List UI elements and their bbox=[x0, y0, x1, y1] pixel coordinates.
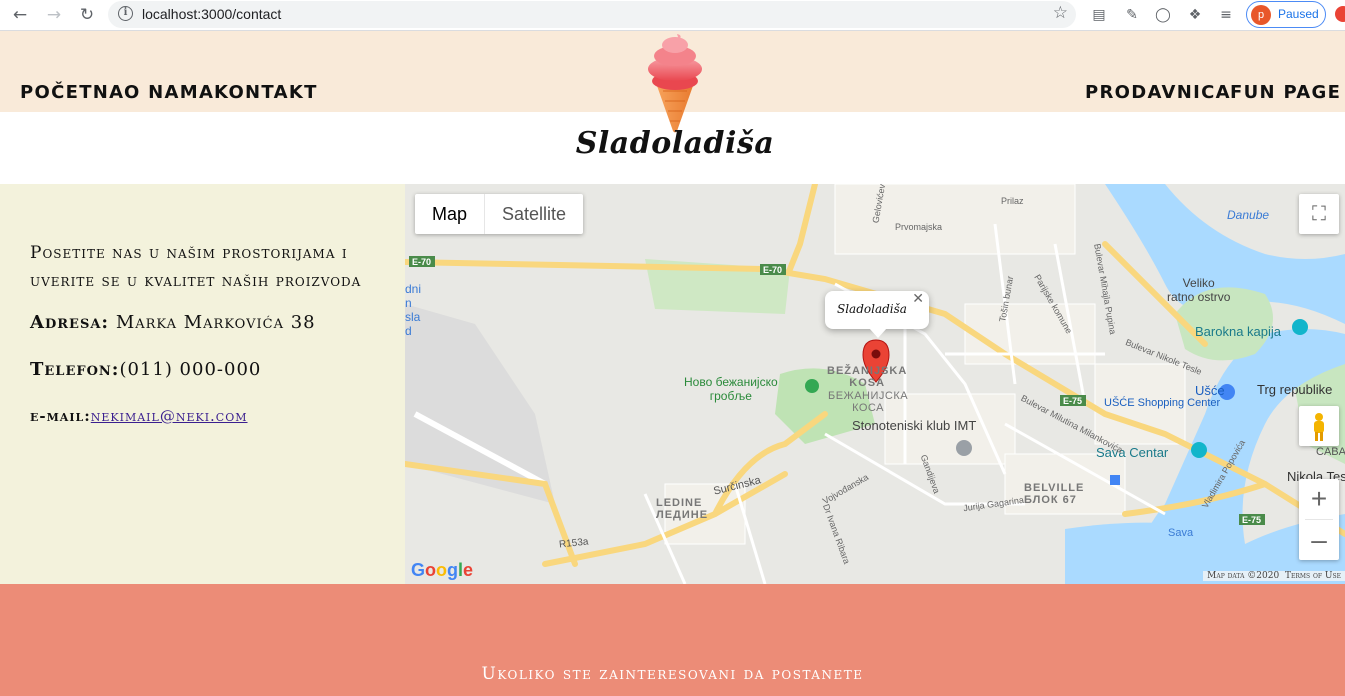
map-attribution: Map data ©2020 Terms of Use bbox=[1203, 571, 1345, 581]
map-type-control: Map Satellite bbox=[415, 194, 584, 234]
reload-icon[interactable]: ↻ bbox=[75, 3, 99, 27]
map-label-belville: BELVILLE БЛОК 67 bbox=[1024, 482, 1085, 506]
map-type-map-button[interactable]: Map bbox=[415, 194, 486, 234]
map-label-danube: Danube bbox=[1227, 208, 1270, 222]
map-label-bezanijska: BEŽANIJSKA KOSA bbox=[827, 365, 908, 389]
route-e75-shield-2: E-75 bbox=[1242, 515, 1261, 525]
nav-o-nama[interactable]: O nama bbox=[124, 82, 214, 103]
bookmark-star-icon[interactable]: ☆ bbox=[1053, 3, 1068, 23]
barokna-poi-icon[interactable] bbox=[1292, 319, 1308, 335]
info-window-title: Sladoladiša bbox=[837, 302, 907, 316]
site-info-icon[interactable]: i bbox=[118, 6, 133, 21]
contact-panel: Posetite nas u našim prostorijama i uver… bbox=[0, 184, 405, 584]
ice-cream-logo-icon[interactable] bbox=[643, 31, 707, 133]
cemetery-poi-icon[interactable] bbox=[805, 379, 819, 393]
address-label: Adresa: bbox=[30, 312, 110, 333]
map-label-imt: Stonoteniski klub IMT bbox=[852, 418, 977, 433]
google-logo[interactable]: Google bbox=[411, 560, 473, 581]
map-label-veliko: Veliko ratno ostrvo bbox=[1167, 276, 1231, 304]
phone-line: Telefon:(011) 000-000 bbox=[30, 359, 261, 380]
google-map[interactable]: E-70 E-70 E-75 E-75 Danube Veliko ratno … bbox=[405, 184, 1345, 584]
email-link[interactable]: nekimail@neki.com bbox=[91, 407, 248, 425]
browser-toolbar: ← → ↻ i localhost:3000/contact ☆ ▤ ✎ ◯ ❖… bbox=[0, 0, 1345, 31]
map-label-groblje: Ново бежанијско гробље bbox=[684, 375, 778, 403]
bus-stop-icon[interactable] bbox=[1110, 475, 1120, 485]
nav-prodavnica[interactable]: Prodavnica bbox=[1085, 82, 1231, 103]
avatar: p bbox=[1251, 5, 1271, 25]
map-label-edge: dni n sla d bbox=[405, 282, 422, 338]
map-data-text[interactable]: Map data ©2020 bbox=[1207, 571, 1279, 581]
extension-circle-icon[interactable]: ◯ bbox=[1153, 5, 1173, 25]
map-label-barokna: Barokna kapija bbox=[1195, 324, 1281, 339]
map-label-usce: Ušće bbox=[1195, 383, 1225, 398]
brand-name[interactable]: Sladoladiša bbox=[560, 126, 790, 161]
back-icon[interactable]: ← bbox=[8, 3, 32, 27]
sava-centar-poi-icon[interactable] bbox=[1191, 442, 1207, 458]
forward-icon[interactable]: → bbox=[42, 3, 66, 27]
route-e75-shield-1: E-75 bbox=[1063, 396, 1082, 406]
extension-translate-icon[interactable]: ▤ bbox=[1089, 5, 1109, 25]
profile-status: Paused bbox=[1278, 7, 1319, 21]
profile-button[interactable]: p Paused bbox=[1246, 1, 1326, 28]
nav-pocetna[interactable]: Početna bbox=[20, 82, 124, 103]
map-type-satellite-button[interactable]: Satellite bbox=[485, 194, 583, 234]
map-label-caba: CABA bbox=[1316, 446, 1345, 458]
nav-fun-page[interactable]: Fun page bbox=[1230, 82, 1341, 103]
map-label-bezanijska-cyr: БЕЖАНИЈСКА КОСА bbox=[828, 390, 909, 414]
map-label-prilaz: Prilaz bbox=[1001, 196, 1024, 206]
phone-value: (011) 000-000 bbox=[119, 359, 262, 380]
map-label-ledine: LEDINE ЛЕДИНЕ bbox=[656, 497, 709, 521]
eyedropper-icon[interactable]: ✎ bbox=[1122, 5, 1142, 25]
map-label-trg: Trg republike bbox=[1257, 382, 1333, 397]
reading-list-icon[interactable]: ≡ bbox=[1216, 5, 1236, 25]
footer-text: Ukoliko ste zainteresovani da postanete bbox=[481, 664, 864, 684]
address-bar[interactable]: i localhost:3000/contact ☆ bbox=[108, 1, 1076, 28]
fullscreen-icon[interactable]: ⛶ bbox=[1299, 194, 1339, 234]
zoom-in-button[interactable]: + bbox=[1299, 479, 1339, 519]
street-view-pegman-icon[interactable] bbox=[1299, 406, 1339, 446]
close-icon[interactable]: ✕ bbox=[912, 291, 924, 307]
imt-poi-icon[interactable] bbox=[956, 440, 972, 456]
route-e70-shield-1: E-70 bbox=[412, 257, 431, 267]
phone-label: Telefon: bbox=[30, 359, 120, 380]
nav-kontakt[interactable]: Kontakt bbox=[214, 82, 318, 103]
update-badge-icon[interactable] bbox=[1335, 6, 1345, 22]
url-text: localhost:3000/contact bbox=[142, 6, 282, 22]
zoom-control: + – bbox=[1299, 479, 1339, 560]
route-e70-shield-2: E-70 bbox=[763, 265, 782, 275]
address-line: Adresa: Marka Markovića 38 bbox=[30, 312, 316, 333]
footer: Ukoliko ste zainteresovani da postanete bbox=[0, 584, 1345, 696]
map-label-sava: Sava bbox=[1168, 527, 1194, 539]
map-label-usce-sc: UŠĆE Shopping Center bbox=[1104, 397, 1221, 409]
marker-info-window[interactable]: Sladoladiša ✕ bbox=[825, 291, 929, 329]
address-value: Marka Markovića 38 bbox=[115, 312, 316, 333]
email-label: e-mail: bbox=[30, 407, 91, 425]
info-window-tail bbox=[869, 328, 887, 338]
email-line: e-mail:nekimail@neki.com bbox=[30, 407, 248, 425]
contact-intro: Posetite nas u našim prostorijama i uver… bbox=[30, 243, 362, 291]
map-label-prvomajska: Prvomajska bbox=[895, 222, 943, 232]
extensions-puzzle-icon[interactable]: ❖ bbox=[1185, 5, 1205, 25]
zoom-out-button[interactable]: – bbox=[1299, 520, 1339, 560]
terms-of-use-link[interactable]: Terms of Use bbox=[1285, 571, 1341, 581]
